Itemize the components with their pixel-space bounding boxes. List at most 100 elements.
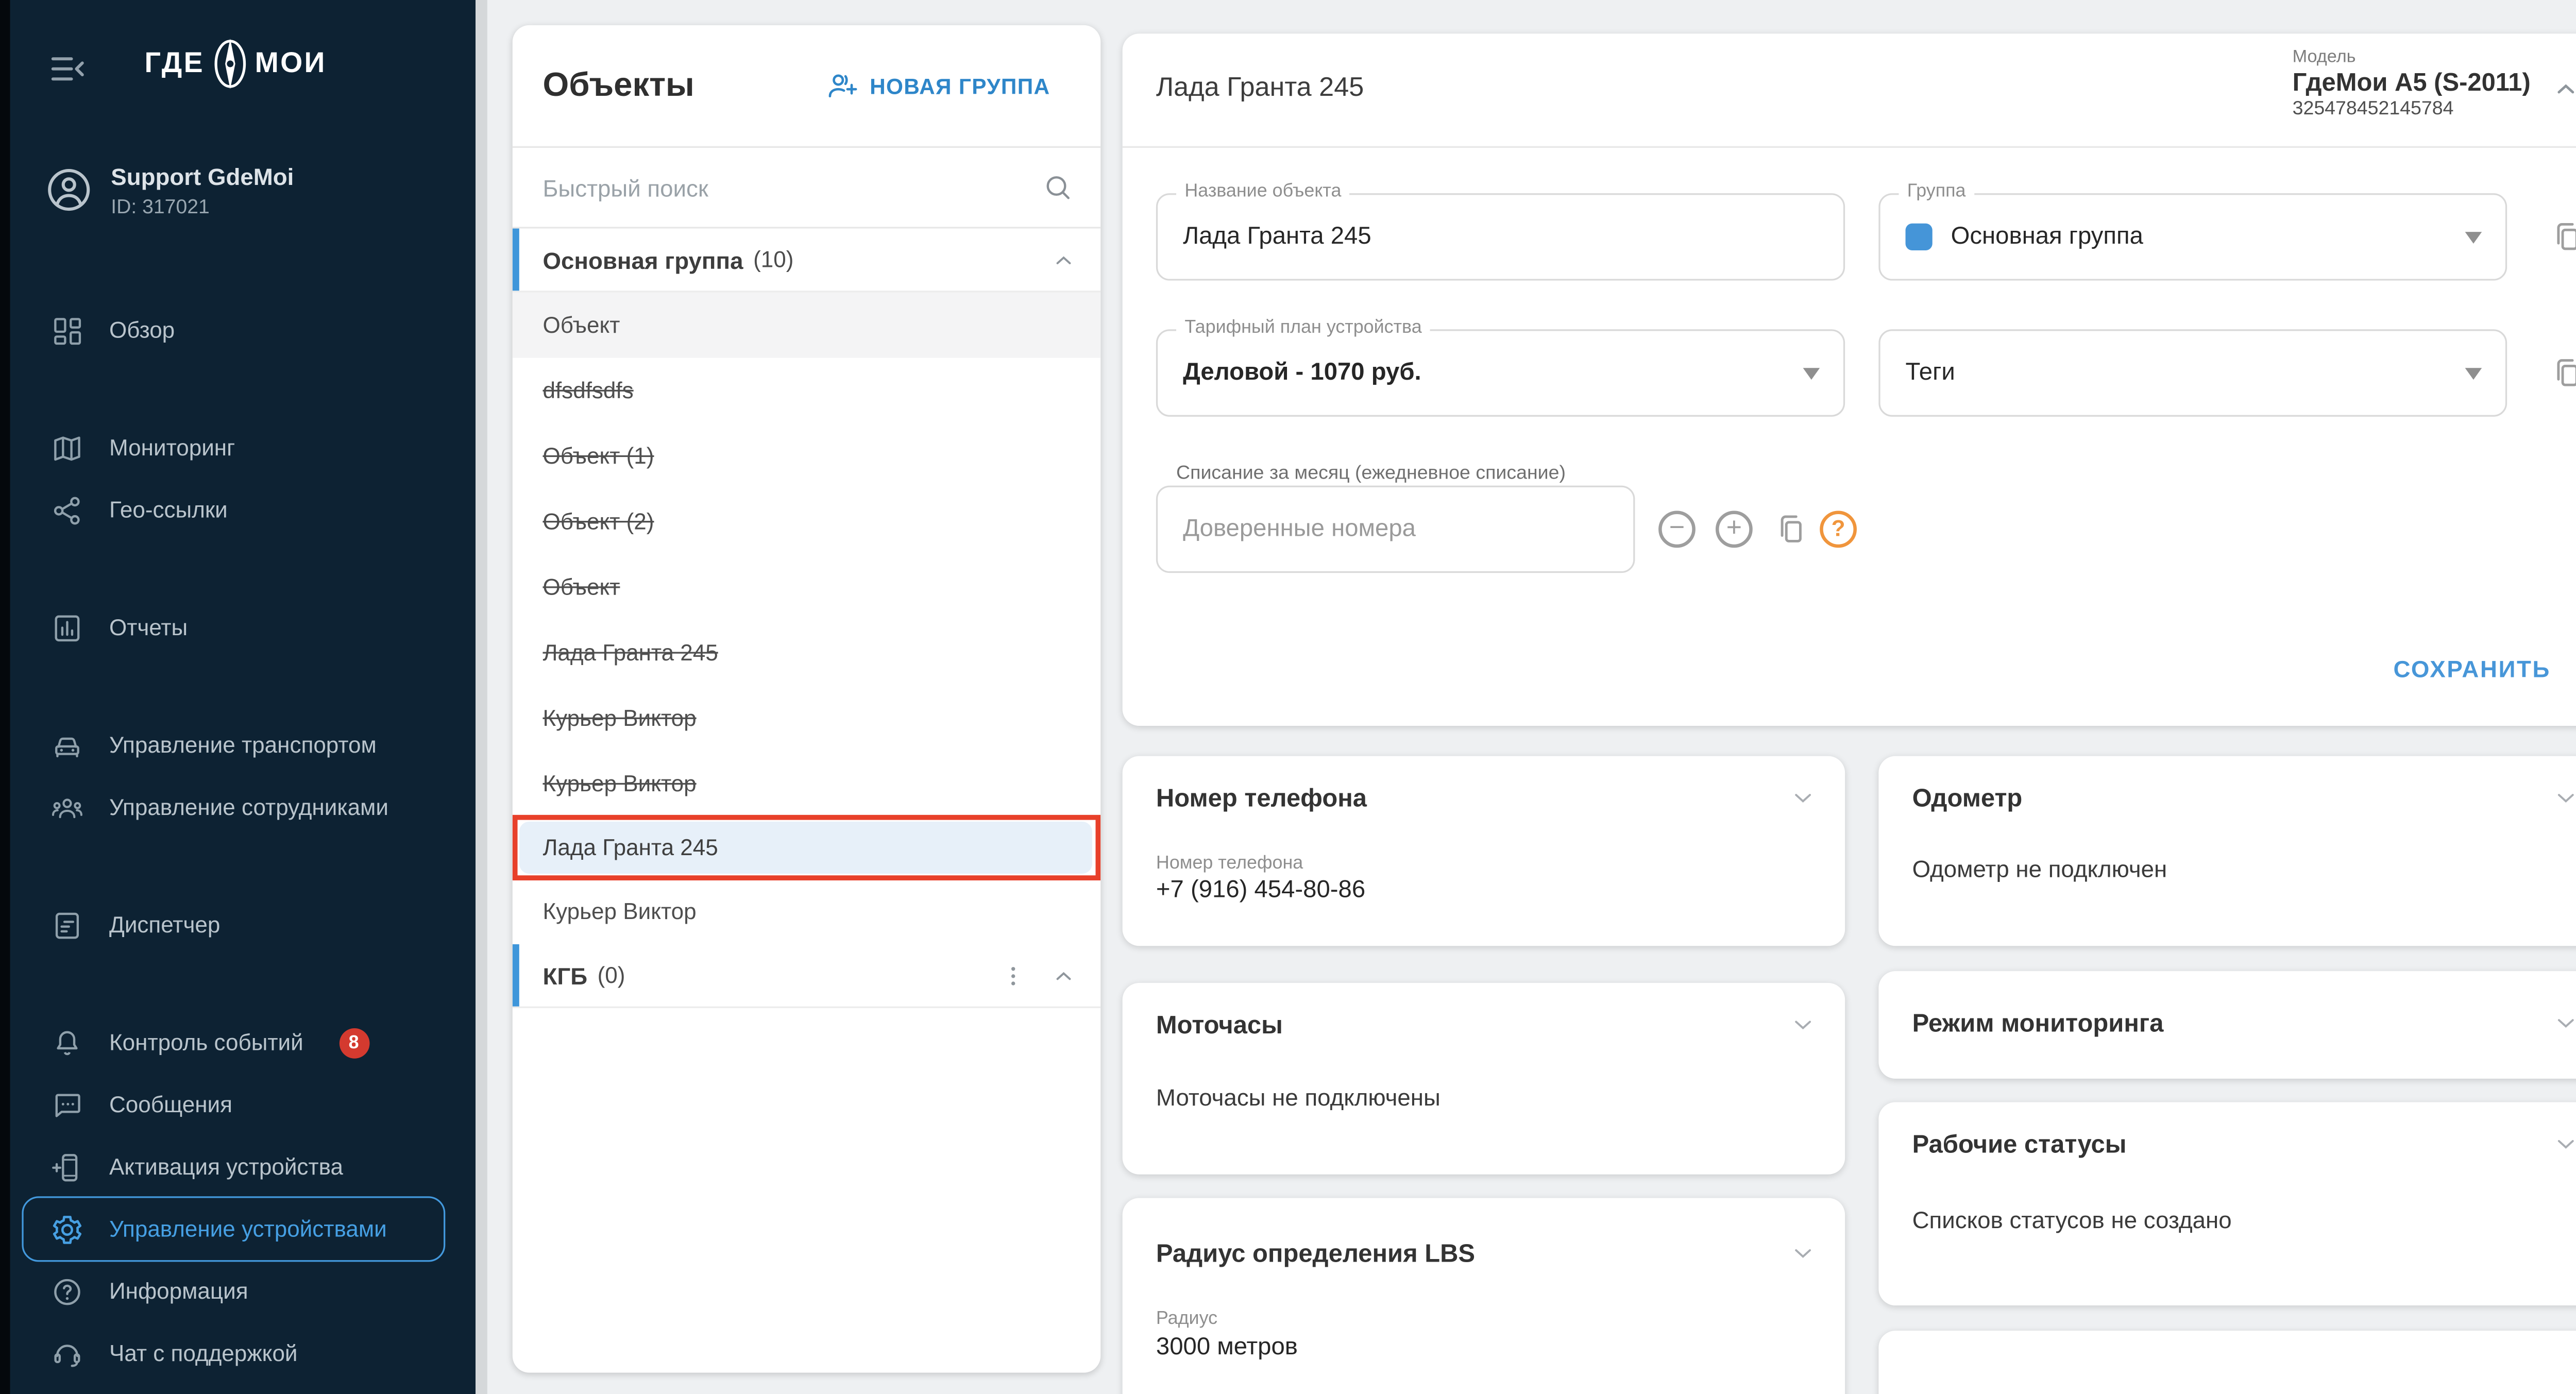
object-title: Лада Гранта 245 [1156, 74, 1364, 105]
dropdown-arrow-icon [2465, 232, 2482, 244]
objects-panel-title: Объекты [543, 66, 694, 105]
chevron-up-icon[interactable] [1050, 246, 1077, 273]
model-name: ГдеМои А5 (S-2011) [2293, 69, 2531, 97]
sidebar-item-activation[interactable]: Активация устройства [0, 1136, 476, 1198]
sidebar-collapse-icon[interactable] [47, 49, 87, 89]
copy-group-icon[interactable] [2551, 220, 2576, 253]
chevron-down-icon[interactable] [2551, 1129, 2576, 1160]
group-color-bar [513, 229, 519, 291]
copy-tags-icon[interactable] [2551, 356, 2576, 389]
list-item[interactable]: Объект [513, 293, 1101, 358]
logo-text-right: МОИ [255, 47, 327, 80]
dropdown-arrow-icon [2465, 368, 2482, 380]
headset-icon [50, 1337, 84, 1370]
group-header-main[interactable]: Основная группа (10) [513, 229, 1101, 293]
trusted-numbers-input[interactable] [1183, 516, 1592, 542]
motohours-status: Моточасы не подключены [1156, 1084, 1440, 1111]
object-name-field: Название объекта [1156, 193, 1845, 281]
document-icon [50, 908, 84, 942]
window-left-edge [0, 0, 10, 1394]
sidebar-item-information[interactable]: Информация [0, 1260, 476, 1322]
user-id: ID: 317021 [111, 195, 294, 218]
work-statuses-card: Рабочие статусы Списков статусов не созд… [1878, 1102, 2576, 1306]
list-item[interactable]: Лада Гранта 245 [519, 822, 1092, 874]
question-icon [50, 1274, 84, 1308]
phone-card: Номер телефона Номер телефона +7 (916) 4… [1123, 756, 1845, 946]
sidebar-item-employees[interactable]: Управление сотрудниками [0, 776, 476, 839]
kebab-menu-icon[interactable] [1000, 962, 1027, 989]
group-color-bar [513, 944, 519, 1007]
sidebar: ГДЕ МОИ Support GdeMoi ID: 317021 Обзор … [0, 0, 476, 1394]
radius-value: 3000 метров [1156, 1334, 1298, 1361]
tariff-select[interactable]: Тарифный план устройства Деловой - 1070 … [1156, 329, 1845, 417]
list-item[interactable]: Курьер Виктор [513, 686, 1101, 751]
group-select[interactable]: Группа Основная группа [1878, 193, 2507, 281]
object-list: ОбъектdfsdfsdfsОбъект (1)Объект (2)Объек… [513, 293, 1101, 944]
chevron-up-icon[interactable] [1050, 962, 1077, 989]
group-header-kgb[interactable]: КГБ (0) [513, 944, 1101, 1008]
tags-select[interactable]: Теги [1878, 329, 2507, 417]
search-input[interactable] [543, 174, 1042, 201]
motohours-card: Моточасы Моточасы не подключены [1123, 983, 1845, 1175]
person-add-icon [824, 69, 858, 103]
user-name: Support GdeMoi [111, 161, 294, 192]
odometer-card: Одометр Одометр не подключен [1878, 756, 2576, 946]
list-item[interactable]: Курьер Виктор [513, 879, 1101, 944]
compass-icon [208, 30, 251, 97]
help-icon[interactable]: ? [1820, 511, 1857, 548]
list-item[interactable]: Объект (1) [513, 423, 1101, 489]
chevron-down-icon[interactable] [1788, 1238, 1818, 1269]
car-icon [50, 728, 84, 762]
chevron-down-icon[interactable] [1788, 1010, 1818, 1040]
quick-search [513, 148, 1101, 229]
objects-panel: Объекты НОВАЯ ГРУППА Основная группа (10… [513, 25, 1101, 1373]
phone-value: +7 (916) 454-80-86 [1156, 877, 1365, 904]
model-label: Модель [2293, 47, 2531, 67]
gdemoi-logo: ГДЕ МОИ [144, 30, 326, 97]
list-item[interactable]: dfsdfsdfs [513, 358, 1101, 423]
chevron-down-icon[interactable] [2551, 1008, 2576, 1039]
app-window: ГДЕ МОИ Support GdeMoi ID: 317021 Обзор … [0, 0, 2576, 1394]
model-block: Модель ГдеМои А5 (S-2011) 32547845214578… [2293, 47, 2531, 119]
sidebar-item-overview[interactable]: Обзор [0, 299, 476, 362]
sidebar-item-geolinks[interactable]: Гео-ссылки [0, 479, 476, 541]
radius-label: Радиус [1156, 1309, 1217, 1329]
events-badge: 8 [338, 1027, 369, 1058]
save-button[interactable]: СОХРАНИТЬ [2393, 655, 2551, 682]
sidebar-item-dispatcher[interactable]: Диспетчер [0, 894, 476, 956]
sidebar-item-transport[interactable]: Управление транспортом [0, 714, 476, 776]
logo-text-left: ГДЕ [144, 47, 204, 80]
avatar-icon [44, 165, 94, 215]
object-name-input[interactable] [1183, 224, 1772, 250]
search-icon[interactable] [1042, 172, 1074, 203]
sidebar-item-reports[interactable]: Отчеты [0, 597, 476, 659]
add-number-icon[interactable]: + [1716, 511, 1753, 548]
model-imei: 325478452145784 [2293, 99, 2531, 119]
device-add-icon [50, 1150, 84, 1183]
statuses-status: Списков статусов не создано [1912, 1206, 2232, 1233]
sidebar-scrollbar[interactable] [476, 0, 487, 1394]
sidebar-item-messages[interactable]: Сообщения [0, 1074, 476, 1136]
sidebar-item-devices[interactable]: Управление устройствами [0, 1198, 476, 1260]
chevron-down-icon[interactable] [2551, 783, 2576, 813]
list-item[interactable]: Курьер Виктор [513, 751, 1101, 817]
tariff-helper-text: Списание за месяц (ежедневное списание) [1176, 464, 1566, 484]
trusted-numbers-field [1156, 486, 1635, 573]
sidebar-item-support-chat[interactable]: Чат с поддержкой [0, 1322, 476, 1385]
bar-chart-icon [50, 611, 84, 644]
remove-number-icon[interactable]: − [1658, 511, 1696, 548]
list-item[interactable]: Лада Гранта 245 [513, 620, 1101, 685]
object-edit-card: Лада Гранта 245 Модель ГдеМои А5 (S-2011… [1123, 33, 2576, 726]
sidebar-item-events[interactable]: Контроль событий8 [0, 1011, 476, 1074]
group-color-swatch [1906, 224, 1933, 250]
list-item[interactable]: Объект (2) [513, 489, 1101, 554]
chevron-down-icon[interactable] [1788, 783, 1818, 813]
new-group-button[interactable]: НОВАЯ ГРУППА [824, 69, 1050, 103]
list-item[interactable]: Объект [513, 554, 1101, 620]
odometer-status: Одометр не подключен [1912, 855, 2167, 882]
sidebar-item-monitoring[interactable]: Мониторинг [0, 417, 476, 479]
user-profile[interactable]: Support GdeMoi ID: 317021 [0, 161, 476, 218]
copy-numbers-icon[interactable] [1774, 513, 1808, 546]
map-icon [50, 431, 84, 465]
collapse-section-icon[interactable] [2551, 74, 2576, 105]
